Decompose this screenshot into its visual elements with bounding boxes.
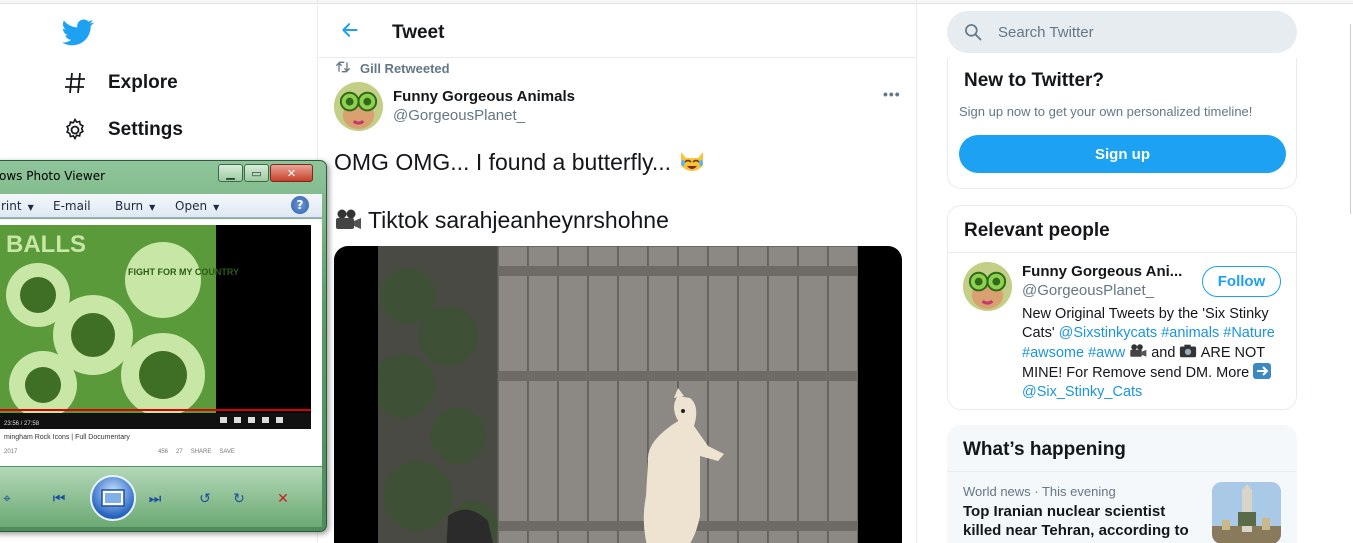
- video-frame-image: [378, 246, 858, 543]
- trend-meta: World news · This evening: [963, 484, 1116, 499]
- bio-hashtag-nature[interactable]: #Nature: [1223, 325, 1275, 341]
- album-title-text: BALLS: [6, 231, 86, 258]
- tweet-text-line1: OMG OMG... I found a butterfly...: [334, 146, 707, 176]
- whats-happening-title: What’s happening: [963, 439, 1126, 460]
- tweet-text: OMG OMG... I found a butterfly...: [334, 149, 672, 175]
- bio-link-six-stinky-cats[interactable]: @Six_Stinky_Cats: [1022, 384, 1142, 400]
- menu-open[interactable]: Open ▼: [175, 199, 219, 213]
- nav-item-explore[interactable]: Explore: [62, 70, 178, 96]
- menu-email[interactable]: E-mail: [53, 199, 91, 213]
- share-label: SHARE: [190, 449, 212, 455]
- video-timestamp: 23:56 / 27:58: [4, 421, 40, 427]
- search-placeholder: Search Twitter: [998, 23, 1094, 41]
- previous-icon[interactable]: ⏮: [44, 487, 74, 509]
- search-input[interactable]: Search Twitter: [947, 11, 1297, 53]
- chevron-down-icon: ▼: [213, 203, 220, 212]
- people-handle[interactable]: @GorgeousPlanet_: [1022, 282, 1154, 299]
- movie-camera-emoji: [334, 208, 362, 232]
- new-to-twitter-subtitle: Sign up now to get your own personalized…: [959, 104, 1253, 119]
- tweet-text-tiktok: Tiktok sarahjeanheynrshohne: [367, 207, 669, 233]
- chevron-down-icon: ▼: [149, 203, 156, 212]
- more-dots-icon[interactable]: •••: [883, 86, 901, 102]
- tweet-video[interactable]: [334, 246, 902, 543]
- photo-viewer-toolbar: ⌖ ⏮ ⏭ ↺ ↻ ✕: [0, 467, 322, 527]
- author-handle[interactable]: @GorgeousPlanet_: [393, 107, 525, 124]
- help-icon[interactable]: ?: [291, 196, 309, 214]
- rotate-right-icon[interactable]: ↻: [224, 487, 254, 509]
- retweet-icon: [334, 59, 352, 78]
- right-arrow-emoji: [1253, 363, 1272, 379]
- arrow-left-icon[interactable]: [340, 20, 360, 40]
- nav-label-explore: Explore: [108, 72, 178, 93]
- whats-happening-card: What’s happening World news · This eveni…: [947, 425, 1297, 543]
- slideshow-icon[interactable]: ⌖: [0, 487, 22, 509]
- menu-burn[interactable]: Burn ▼: [115, 199, 155, 213]
- people-name[interactable]: Funny Gorgeous Ani...: [1022, 263, 1182, 280]
- avatar[interactable]: [963, 262, 1012, 311]
- sign-up-button[interactable]: Sign up: [959, 135, 1286, 173]
- save-label: SAVE: [219, 449, 235, 455]
- dislikes-count: 27: [176, 449, 183, 455]
- camera-emoji: [1179, 343, 1197, 359]
- nav-label-settings: Settings: [108, 119, 183, 140]
- tweet-text-line2: Tiktok sarahjeanheynrshohne: [334, 207, 669, 234]
- menu-email-label: E-mail: [53, 199, 91, 213]
- page-title: Tweet: [392, 22, 445, 43]
- hash-icon: [62, 70, 88, 96]
- movie-camera-emoji: [1129, 343, 1147, 359]
- trend-thumbnail[interactable]: [1212, 482, 1281, 543]
- follow-button[interactable]: Follow: [1202, 266, 1281, 297]
- divider: [947, 471, 1297, 472]
- menu-open-label: Open: [175, 199, 208, 213]
- bio-text-and: and: [1151, 345, 1176, 361]
- tweet-header: Tweet: [318, 0, 916, 58]
- divider: [948, 252, 1296, 253]
- video-actions: 456 27 SHARE SAVE: [158, 449, 235, 455]
- chevron-down-icon: ▼: [27, 203, 34, 212]
- bio-hashtag-awsome[interactable]: #awsome: [1022, 345, 1084, 361]
- relevant-people-title: Relevant people: [964, 220, 1110, 241]
- album-subtitle-text: FIGHT FOR MY COUNTRY: [128, 267, 239, 277]
- menu-print-label: rint: [1, 199, 22, 213]
- album-image: BALLS FIGHT FOR MY COUNTRY 23:56 / 27:58: [0, 225, 311, 429]
- window-controls: ▁ ▭ ✕: [218, 164, 313, 182]
- bio-link-sixstinkycats[interactable]: @Sixstinkycats: [1059, 325, 1158, 341]
- relevant-people-card: Relevant people Funny Gorgeous Ani... @G…: [947, 205, 1297, 410]
- delete-icon[interactable]: ✕: [268, 487, 298, 509]
- people-bio: New Original Tweets by the 'Six Stinky C…: [1022, 305, 1284, 402]
- twitter-bird-icon[interactable]: [62, 16, 94, 48]
- main-column: Tweet Gill Retweeted Funny Gorgeous Anim…: [317, 0, 917, 543]
- window-title: ows Photo Viewer: [0, 169, 106, 183]
- laughing-cat-emoji: [677, 146, 707, 176]
- likes-count: 456: [158, 449, 169, 455]
- gear-icon: [62, 117, 88, 143]
- menu-print[interactable]: rint ▼: [1, 199, 34, 213]
- play-slideshow-button[interactable]: [90, 475, 136, 521]
- bio-hashtag-aww[interactable]: #aww: [1088, 345, 1125, 361]
- close-button[interactable]: ✕: [270, 164, 313, 182]
- video-date: 2017: [4, 449, 18, 455]
- nav-item-settings[interactable]: Settings: [62, 117, 183, 143]
- search-icon: [963, 22, 983, 42]
- photo-viewer-menu: rint ▼ E-mail Burn ▼ Open ▼ ?: [0, 194, 322, 218]
- new-to-twitter-card: New to Twitter? Sign up now to get your …: [947, 58, 1297, 189]
- trend-headline[interactable]: Top Iranian nuclear scientist killed nea…: [963, 502, 1203, 540]
- maximize-button[interactable]: ▭: [244, 164, 269, 182]
- bio-hashtag-animals[interactable]: #animals: [1161, 325, 1219, 341]
- photo-viewer-window[interactable]: ows Photo Viewer ▁ ▭ ✕ rint ▼ E-mail Burn…: [0, 160, 327, 532]
- avatar[interactable]: [334, 82, 383, 131]
- next-icon[interactable]: ⏭: [140, 487, 170, 509]
- new-to-twitter-title: New to Twitter?: [964, 70, 1105, 91]
- minimize-button[interactable]: ▁: [218, 164, 243, 182]
- retweet-context: Gill Retweeted: [334, 59, 450, 78]
- retweet-text: Gill Retweeted: [360, 61, 450, 76]
- rotate-left-icon[interactable]: ↺: [190, 487, 220, 509]
- photo-canvas: BALLS FIGHT FOR MY COUNTRY 23:56 / 27:58…: [0, 219, 322, 466]
- video-caption: mingham Rock Icons | Full Documentary: [4, 434, 130, 441]
- author-name[interactable]: Funny Gorgeous Animals: [393, 88, 575, 105]
- menu-burn-label: Burn: [115, 199, 144, 213]
